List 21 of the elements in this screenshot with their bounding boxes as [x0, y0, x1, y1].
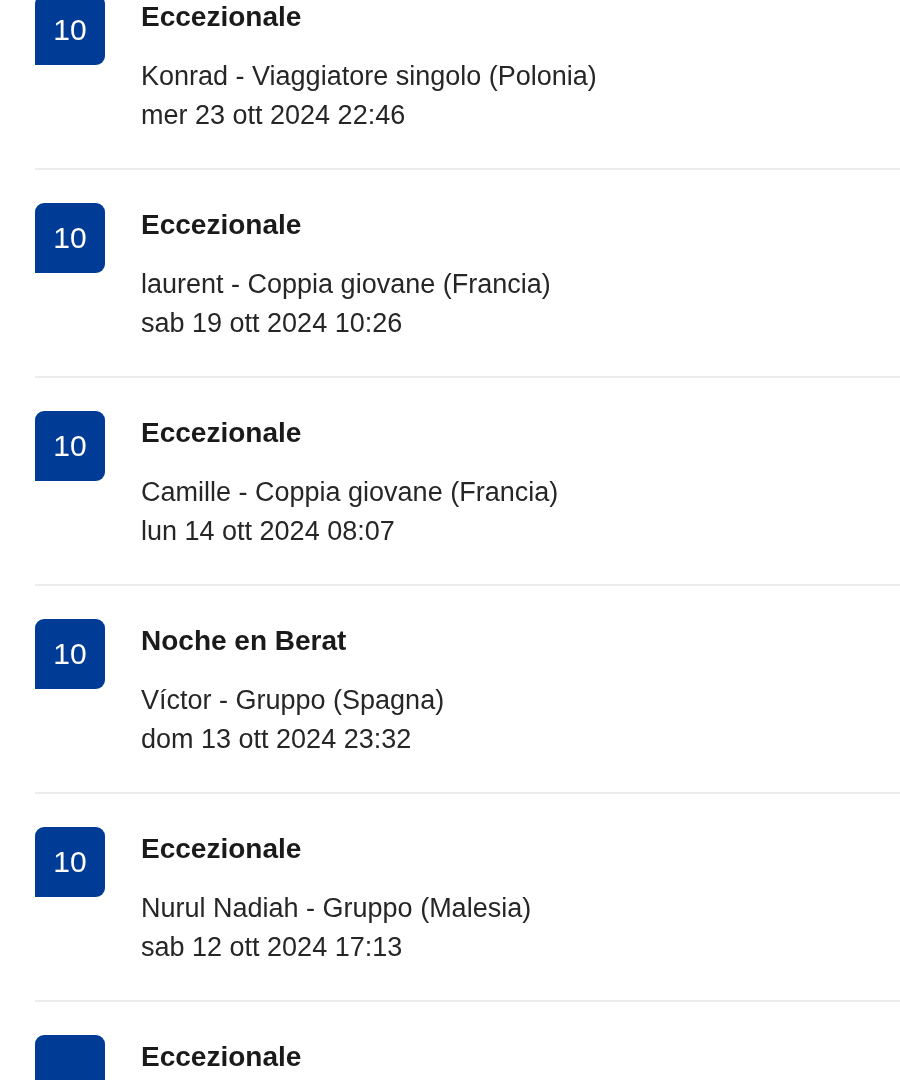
score-badge: 10 — [35, 827, 105, 897]
review-date: mer 23 ott 2024 22:46 — [141, 99, 407, 132]
review-title: Eccezionale — [141, 1, 303, 33]
review-date: dom 13 ott 2024 23:32 — [141, 723, 413, 756]
reviewer-info: Víctor - Gruppo (Spagna) — [141, 684, 445, 717]
review-title: Eccezionale — [141, 417, 303, 449]
review-title: Eccezionale — [141, 209, 303, 241]
review-date: sab 12 ott 2024 17:13 — [141, 931, 404, 964]
review-title: Eccezionale — [141, 833, 303, 865]
reviewer-info: laurent - Coppia giovane (Francia) — [141, 268, 551, 301]
score-badge: 10 — [35, 619, 105, 689]
review-date: lun 14 ott 2024 08:07 — [141, 515, 396, 548]
review-title: Noche en Berat — [141, 625, 348, 657]
reviewer-info: Nurul Nadiah - Gruppo (Malesia) — [141, 892, 532, 925]
reviewer-info: Camille - Coppia giovane (Francia) — [141, 476, 559, 509]
score-badge: 10 — [35, 203, 105, 273]
reviewer-info: Konrad - Viaggiatore singolo (Polonia) — [141, 60, 597, 93]
score-badge: 10 — [35, 411, 105, 481]
review-date: sab 19 ott 2024 10:26 — [141, 307, 404, 340]
review-title: Eccezionale — [141, 1041, 302, 1073]
score-badge: 10 — [35, 0, 105, 65]
